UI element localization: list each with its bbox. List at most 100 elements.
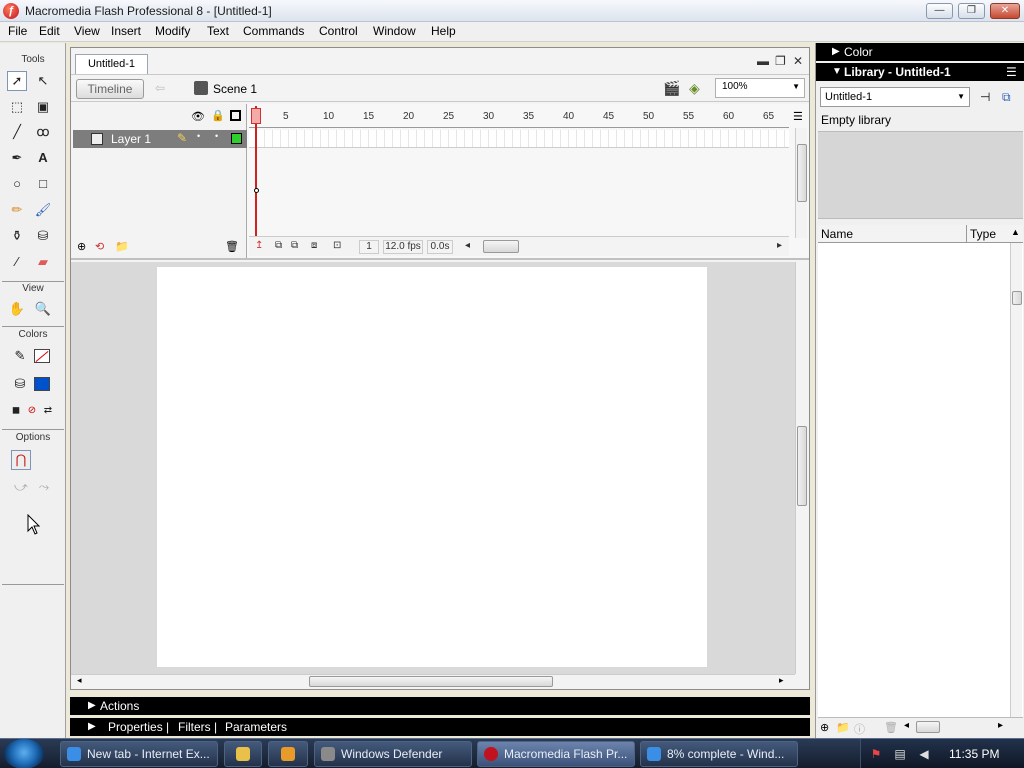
library-list[interactable]: [818, 243, 1023, 717]
lasso-tool-icon[interactable]: ꝏ: [33, 122, 53, 142]
minimize-button[interactable]: —: [926, 3, 953, 19]
frame-rate-field[interactable]: 12.0 fps: [383, 240, 423, 254]
maximize-button[interactable]: ❐: [958, 3, 985, 19]
edit-symbols-icon[interactable]: ◈: [689, 80, 700, 97]
straighten-icon[interactable]: ⤳: [34, 477, 54, 497]
modify-onion-markers-icon[interactable]: ⊡: [333, 240, 341, 254]
menu-control[interactable]: Control: [319, 24, 358, 38]
doc-restore-icon[interactable]: ❐: [775, 54, 786, 68]
zoom-tool-icon[interactable]: 🔍: [33, 299, 53, 319]
hand-tool-icon[interactable]: ✋: [7, 299, 27, 319]
visibility-dot-icon[interactable]: •: [197, 131, 200, 141]
taskbar-item-explorer[interactable]: [224, 741, 262, 767]
scroll-left-icon[interactable]: ◂: [904, 720, 909, 731]
eraser-tool-icon[interactable]: ▰: [33, 252, 53, 272]
center-frame-icon[interactable]: ↥: [255, 240, 263, 254]
zoom-select[interactable]: 100% ▼: [715, 78, 805, 98]
delete-layer-icon[interactable]: 🗑: [225, 240, 239, 253]
pen-tool-icon[interactable]: ✒: [7, 148, 27, 168]
expand-arrow-icon[interactable]: ▶: [88, 721, 96, 732]
scroll-right-icon[interactable]: ▸: [998, 720, 1003, 731]
onion-skin-icon[interactable]: ⧉: [275, 240, 282, 254]
actions-label[interactable]: Actions: [100, 699, 139, 713]
expand-arrow-icon[interactable]: ▶: [88, 700, 96, 711]
actions-panel-bar[interactable]: ▶ Actions: [70, 697, 810, 715]
taskbar-item-windows-defender[interactable]: Windows Defender: [314, 741, 472, 767]
collapse-arrow-icon[interactable]: ▼: [832, 66, 842, 77]
library-document-select[interactable]: Untitled-1 ▼: [820, 87, 970, 107]
menu-insert[interactable]: Insert: [111, 24, 141, 38]
brush-tool-icon[interactable]: 🖌: [33, 200, 53, 220]
library-panel-title[interactable]: Library - Untitled-1: [844, 65, 951, 79]
frame-ruler[interactable]: 5 10 15 20 25 30 35 40 45 50 55 60 65: [249, 106, 789, 128]
lock-dot-icon[interactable]: •: [215, 131, 218, 141]
eyedropper-tool-icon[interactable]: ⁄: [7, 252, 27, 272]
pin-library-icon[interactable]: ⊣: [980, 90, 990, 104]
stage-vscroll-thumb[interactable]: [797, 426, 807, 506]
text-tool-icon[interactable]: A: [33, 148, 53, 168]
selection-tool-icon[interactable]: ➚: [7, 71, 27, 91]
stroke-color-swatch[interactable]: [34, 349, 50, 363]
document-tab[interactable]: Untitled-1: [75, 54, 148, 74]
menu-view[interactable]: View: [74, 24, 100, 38]
taskbar-item-internet-explorer[interactable]: New tab - Internet Ex...: [60, 741, 218, 767]
filters-tab[interactable]: Filters: [178, 720, 211, 734]
edit-multiple-frames-icon[interactable]: ⧈: [311, 240, 317, 254]
name-column-header[interactable]: Name: [821, 227, 853, 241]
keyframe-icon[interactable]: [254, 188, 259, 193]
line-tool-icon[interactable]: ╱: [7, 122, 27, 142]
add-motion-guide-icon[interactable]: ⟲: [95, 240, 104, 253]
parameters-tab[interactable]: Parameters: [225, 720, 287, 734]
subselection-tool-icon[interactable]: ↖: [33, 71, 53, 91]
show-hide-eye-icon[interactable]: 👁: [191, 110, 205, 123]
library-vscroll[interactable]: [1010, 243, 1022, 717]
oval-tool-icon[interactable]: ○: [7, 174, 27, 194]
flash-app-icon[interactable]: ƒ: [3, 3, 19, 19]
new-library-panel-icon[interactable]: ⧉: [1002, 90, 1011, 105]
menu-modify[interactable]: Modify: [155, 24, 190, 38]
menu-file[interactable]: File: [8, 24, 27, 38]
panel-menu-icon[interactable]: ☰: [1006, 65, 1017, 79]
back-arrow-icon[interactable]: ⇦: [155, 81, 165, 95]
type-column-header[interactable]: Type: [970, 227, 996, 241]
sort-icon[interactable]: ▲: [1011, 227, 1020, 237]
paint-bucket-tool-icon[interactable]: ⛁: [33, 226, 53, 246]
taskbar-item-flash[interactable]: Macromedia Flash Pr...: [477, 741, 635, 767]
stage-hscroll-thumb[interactable]: [309, 676, 553, 687]
pencil-tool-icon[interactable]: ✏: [7, 200, 27, 220]
smooth-icon[interactable]: ⤻: [11, 477, 31, 497]
snap-to-objects-icon[interactable]: ⋂: [11, 450, 31, 470]
free-transform-tool-icon[interactable]: ⬚: [7, 97, 27, 117]
timeline-toggle-button[interactable]: Timeline: [76, 79, 144, 99]
library-hscroll-thumb[interactable]: [916, 721, 940, 733]
onion-skin-outlines-icon[interactable]: ⧉: [291, 240, 298, 254]
timeline-vscroll-thumb[interactable]: [797, 144, 807, 202]
layer-row[interactable]: Layer 1 ✎ • •: [73, 130, 247, 148]
doc-close-icon[interactable]: ✕: [793, 54, 803, 68]
timeline-vscroll[interactable]: [795, 128, 807, 238]
library-panel-bar[interactable]: ▼ Library - Untitled-1 ☰: [816, 63, 1024, 81]
layer-name[interactable]: Layer 1: [111, 132, 151, 146]
scroll-right-icon[interactable]: ▸: [779, 675, 784, 686]
layer-outline-color-icon[interactable]: [231, 133, 242, 144]
rectangle-tool-icon[interactable]: □: [33, 174, 53, 194]
stage-vscroll[interactable]: [795, 262, 807, 674]
menu-help[interactable]: Help: [431, 24, 456, 38]
close-button[interactable]: ✕: [990, 3, 1020, 19]
gradient-transform-tool-icon[interactable]: ▣: [33, 97, 53, 117]
start-button[interactable]: [4, 739, 44, 768]
ink-bottle-tool-icon[interactable]: ⚱: [7, 226, 27, 246]
scene-label[interactable]: Scene 1: [213, 82, 257, 96]
security-alert-icon[interactable]: ⚑: [869, 747, 883, 761]
menu-window[interactable]: Window: [373, 24, 416, 38]
expand-arrow-icon[interactable]: ▶: [832, 46, 840, 57]
menu-commands[interactable]: Commands: [243, 24, 304, 38]
color-panel-bar[interactable]: ▶ Color: [816, 43, 1024, 61]
edit-scene-icon[interactable]: 🎬: [663, 80, 680, 97]
scroll-left-icon[interactable]: ◂: [77, 675, 82, 686]
stage-hscroll[interactable]: ◂ ▸: [71, 674, 795, 688]
timeline-menu-icon[interactable]: ☰: [793, 110, 803, 123]
layer-frames[interactable]: [249, 130, 789, 148]
scroll-left-icon[interactable]: ◂: [465, 240, 470, 254]
new-folder-icon[interactable]: 📁: [836, 721, 850, 734]
